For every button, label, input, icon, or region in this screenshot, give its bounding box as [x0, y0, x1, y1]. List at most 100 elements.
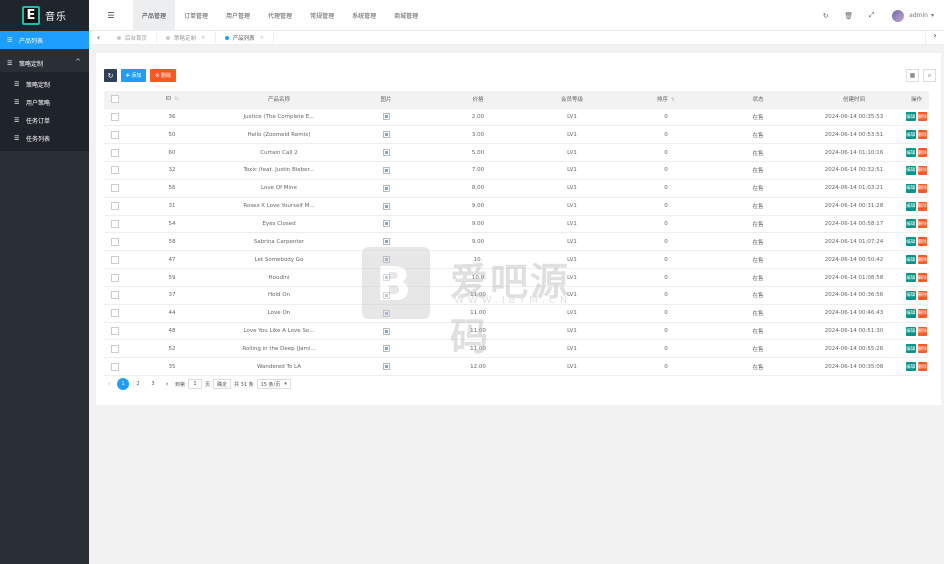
- close-icon[interactable]: ×: [201, 35, 206, 41]
- delete-row-button[interactable]: 删除: [917, 183, 927, 193]
- sidebar-item-product-list[interactable]: ☰ 产品列表: [0, 31, 89, 49]
- column-header-id[interactable]: ID ⇅: [126, 91, 218, 109]
- sort-icon[interactable]: ⇅: [174, 96, 178, 102]
- edit-button[interactable]: 编辑: [906, 237, 916, 247]
- page-number[interactable]: 2: [132, 378, 144, 390]
- tab-system-management[interactable]: 系统管理: [343, 0, 385, 31]
- delete-row-button[interactable]: 删除: [917, 148, 927, 158]
- delete-button[interactable]: ⊗ 删除: [150, 69, 176, 82]
- row-checkbox[interactable]: [104, 357, 126, 377]
- table-row[interactable]: 59 Houdini 10.0 LV1 0 在售 2024-06-14 01:08:58 编…: [104, 268, 929, 287]
- row-checkbox[interactable]: [104, 322, 126, 341]
- edit-button[interactable]: 编辑: [906, 308, 916, 318]
- refresh-icon[interactable]: ↻: [814, 12, 837, 20]
- row-checkbox[interactable]: [104, 304, 126, 323]
- table-row[interactable]: 32 Toxic (feat. Justin Bieber... 7.00 LV1 0 在…: [104, 161, 929, 180]
- delete-row-button[interactable]: 删除: [917, 130, 927, 140]
- tab-user-management[interactable]: 用户管理: [217, 0, 259, 31]
- columns-icon[interactable]: ▦: [906, 69, 919, 82]
- edit-button[interactable]: 编辑: [906, 148, 916, 158]
- search-icon[interactable]: ⌕: [923, 69, 936, 82]
- edit-button[interactable]: 编辑: [906, 201, 916, 211]
- chevron-left-icon[interactable]: ‹: [89, 33, 108, 42]
- row-checkbox[interactable]: [104, 232, 126, 252]
- page-size-select[interactable]: 15 条/页 ▾: [256, 379, 291, 389]
- delete-row-button[interactable]: 删除: [917, 201, 927, 211]
- sidebar-item-task-list[interactable]: ☰ 任务列表: [0, 129, 89, 147]
- table-row[interactable]: 36 Justice (The Complete E... 2.00 LV1 0 在售 20…: [104, 108, 929, 127]
- edit-button[interactable]: 编辑: [906, 255, 916, 265]
- row-checkbox[interactable]: [104, 215, 126, 234]
- sidebar-item-user-strategy[interactable]: ☰ 用户策略: [0, 93, 89, 111]
- row-checkbox[interactable]: [104, 125, 126, 145]
- page-tab-home[interactable]: 后台首页: [108, 30, 158, 45]
- avatar[interactable]: [892, 9, 905, 22]
- menu-icon[interactable]: ☰: [89, 11, 133, 20]
- table-row[interactable]: 31 Roses X Love Yourself M... 9.00 LV1 0 在售 20…: [104, 197, 929, 216]
- sort-icon[interactable]: ⇅: [671, 97, 675, 103]
- delete-row-button[interactable]: 删除: [917, 237, 927, 247]
- edit-button[interactable]: 编辑: [906, 273, 916, 283]
- refresh-button[interactable]: ↻: [104, 69, 117, 82]
- page-number[interactable]: 3: [147, 378, 159, 390]
- column-header-sort[interactable]: 排序 ⇅: [620, 91, 712, 109]
- edit-button[interactable]: 编辑: [906, 290, 916, 300]
- delete-row-button[interactable]: 删除: [917, 344, 927, 354]
- edit-button[interactable]: 编辑: [906, 344, 916, 354]
- edit-button[interactable]: 编辑: [906, 362, 916, 372]
- delete-row-button[interactable]: 删除: [917, 326, 927, 336]
- sidebar-item-strategy-custom[interactable]: ☰ 策略定制: [0, 75, 89, 93]
- table-row[interactable]: 60 Curtain Call 2 5.00 LV1 0 在售 2024-06-14 01:…: [104, 143, 929, 163]
- tab-product-management[interactable]: 产品管理: [133, 0, 176, 31]
- delete-row-button[interactable]: 删除: [917, 255, 927, 265]
- row-checkbox[interactable]: [104, 250, 126, 270]
- table-row[interactable]: 37 Hold On 11.00 LV1 0 在售 2024-06-14 00:36:56 …: [104, 286, 929, 305]
- edit-button[interactable]: 编辑: [906, 326, 916, 336]
- row-checkbox[interactable]: [104, 339, 126, 359]
- edit-button[interactable]: 编辑: [906, 112, 916, 122]
- goto-confirm-button[interactable]: 确定: [213, 379, 232, 389]
- trash-icon[interactable]: 🗑: [837, 12, 860, 20]
- row-checkbox[interactable]: [104, 161, 126, 180]
- chevron-down-icon[interactable]: ▾: [931, 12, 934, 19]
- edit-button[interactable]: 编辑: [906, 165, 916, 175]
- chevron-left-icon[interactable]: ‹: [104, 380, 114, 388]
- user-name[interactable]: admin: [909, 12, 928, 19]
- add-button[interactable]: ✚ 添加: [121, 69, 146, 82]
- edit-button[interactable]: 编辑: [906, 130, 916, 140]
- table-row[interactable]: 44 Love On 11.00 LV1 0 在售 2024-06-14 00:46:43 …: [104, 304, 929, 323]
- sidebar-group-strategy[interactable]: ☰ 策略定制 ^: [0, 54, 89, 72]
- delete-row-button[interactable]: 删除: [917, 219, 927, 229]
- edit-button[interactable]: 编辑: [906, 183, 916, 193]
- delete-row-button[interactable]: 删除: [917, 112, 927, 122]
- app-logo[interactable]: E 音乐: [0, 0, 89, 31]
- row-checkbox[interactable]: [104, 108, 126, 127]
- edit-button[interactable]: 编辑: [906, 219, 916, 229]
- tab-general-management[interactable]: 常规管理: [301, 0, 343, 31]
- table-row[interactable]: 58 Sabrina Carpenter 9.00 LV1 0 在售 2024-06-14 …: [104, 232, 929, 252]
- table-row[interactable]: 35 Wandered To LA 12.00 LV1 0 在售 2024-06-14 00…: [104, 357, 929, 377]
- page-tab-strategy[interactable]: 策略定制 ×: [157, 30, 216, 45]
- table-row[interactable]: 50 Hello (Zoomeid Remix) 3.00 LV1 0 在售 2024-06…: [104, 125, 929, 145]
- goto-page-input[interactable]: 1: [188, 379, 203, 389]
- tab-mall-management[interactable]: 商城管理: [385, 0, 427, 31]
- page-number[interactable]: 1: [117, 378, 129, 390]
- delete-row-button[interactable]: 删除: [917, 273, 927, 283]
- table-row[interactable]: 48 Love You Like A Love So... 11.00 LV1 0 在售 2…: [104, 322, 929, 341]
- page-tab-product-list[interactable]: 产品列表 ×: [216, 30, 275, 45]
- table-row[interactable]: 56 Love Of Mine 8.00 LV1 0 在售 2024-06-14 01:03…: [104, 179, 929, 198]
- row-checkbox[interactable]: [104, 143, 126, 163]
- delete-row-button[interactable]: 删除: [917, 308, 927, 318]
- close-icon[interactable]: ×: [260, 35, 265, 41]
- chevron-right-icon[interactable]: ›: [162, 380, 172, 388]
- tab-agent-management[interactable]: 代理管理: [259, 0, 301, 31]
- sidebar-item-task-orders[interactable]: ☰ 任务订单: [0, 111, 89, 129]
- row-checkbox[interactable]: [104, 179, 126, 198]
- select-all-checkbox[interactable]: [104, 91, 126, 109]
- delete-row-button[interactable]: 删除: [917, 290, 927, 300]
- row-checkbox[interactable]: [104, 286, 126, 305]
- delete-row-button[interactable]: 删除: [917, 165, 927, 175]
- table-row[interactable]: 47 Let Somebody Go 10. LV1 0 在售 2024-06-14 00:…: [104, 250, 929, 270]
- chevron-right-icon[interactable]: ›: [925, 31, 944, 45]
- table-row[interactable]: 54 Eyes Closed 9.00 LV1 0 在售 2024-06-14 00:58:…: [104, 215, 929, 234]
